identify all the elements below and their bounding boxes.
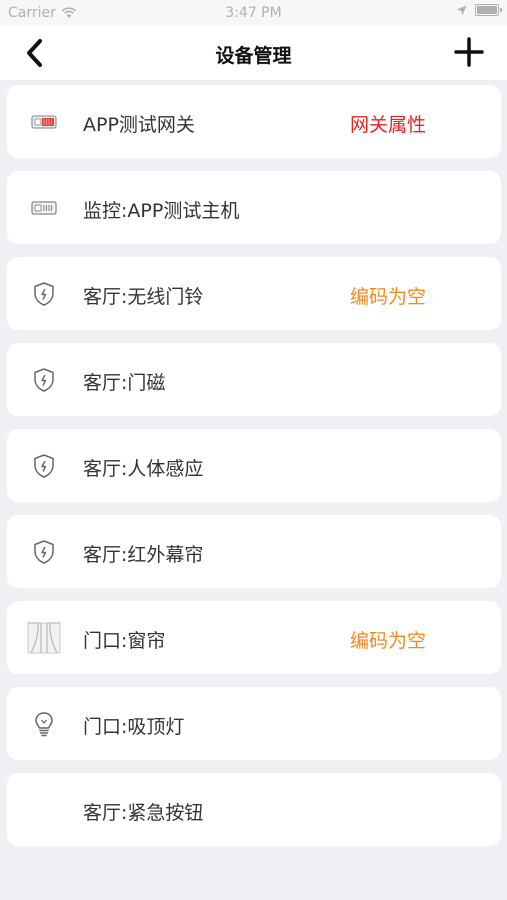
security-shield-icon bbox=[31, 539, 57, 565]
device-label: 客厅:红外幕帘 bbox=[83, 544, 204, 566]
page-title: 设备管理 bbox=[215, 45, 292, 67]
device-label: 门口:窗帘 bbox=[83, 630, 166, 652]
navigation-bar: 设备管理 bbox=[0, 26, 507, 80]
device-card[interactable]: 门口:窗帘 编码为空 bbox=[7, 601, 501, 674]
location-arrow-icon bbox=[456, 5, 467, 15]
device-card[interactable]: 客厅:人体感应 bbox=[7, 429, 501, 502]
device-label: 监控:APP测试主机 bbox=[83, 200, 240, 222]
device-label: 客厅:人体感应 bbox=[83, 458, 204, 480]
device-card[interactable]: 客厅:红外幕帘 bbox=[7, 515, 501, 588]
device-list: APP测试网关 网关属性 监控:APP测试主机 客厅:无线门铃 编码为空 客厅:… bbox=[7, 85, 501, 859]
battery-icon bbox=[475, 4, 502, 16]
plus-icon bbox=[454, 37, 484, 67]
code-empty-link[interactable]: 编码为空 bbox=[350, 626, 426, 653]
device-card[interactable]: APP测试网关 网关属性 bbox=[7, 85, 501, 158]
device-card[interactable]: 监控:APP测试主机 bbox=[7, 171, 501, 244]
status-bar: Carrier 3:47 PM bbox=[0, 0, 507, 26]
device-card[interactable]: 客厅:紧急按钮 bbox=[7, 773, 501, 846]
security-shield-icon bbox=[31, 281, 57, 307]
device-label: 客厅:紧急按钮 bbox=[83, 802, 204, 824]
device-label: 客厅:门磁 bbox=[83, 372, 166, 394]
security-shield-icon bbox=[31, 453, 57, 479]
light-bulb-icon bbox=[31, 711, 57, 737]
status-time: 3:47 PM bbox=[225, 5, 282, 21]
device-card[interactable]: 客厅:无线门铃 编码为空 bbox=[7, 257, 501, 330]
add-device-button[interactable] bbox=[453, 36, 485, 68]
device-card[interactable]: 门口:吸顶灯 bbox=[7, 687, 501, 760]
device-label: APP测试网关 bbox=[83, 114, 195, 136]
device-label: 门口:吸顶灯 bbox=[83, 716, 185, 738]
security-shield-icon bbox=[31, 367, 57, 393]
device-label: 客厅:无线门铃 bbox=[83, 286, 204, 308]
curtain-icon bbox=[27, 621, 61, 655]
host-device-icon bbox=[31, 195, 57, 221]
code-empty-link[interactable]: 编码为空 bbox=[350, 282, 426, 309]
device-card[interactable]: 客厅:门磁 bbox=[7, 343, 501, 416]
gateway-icon bbox=[31, 109, 57, 135]
gateway-properties-link[interactable]: 网关属性 bbox=[350, 110, 426, 137]
